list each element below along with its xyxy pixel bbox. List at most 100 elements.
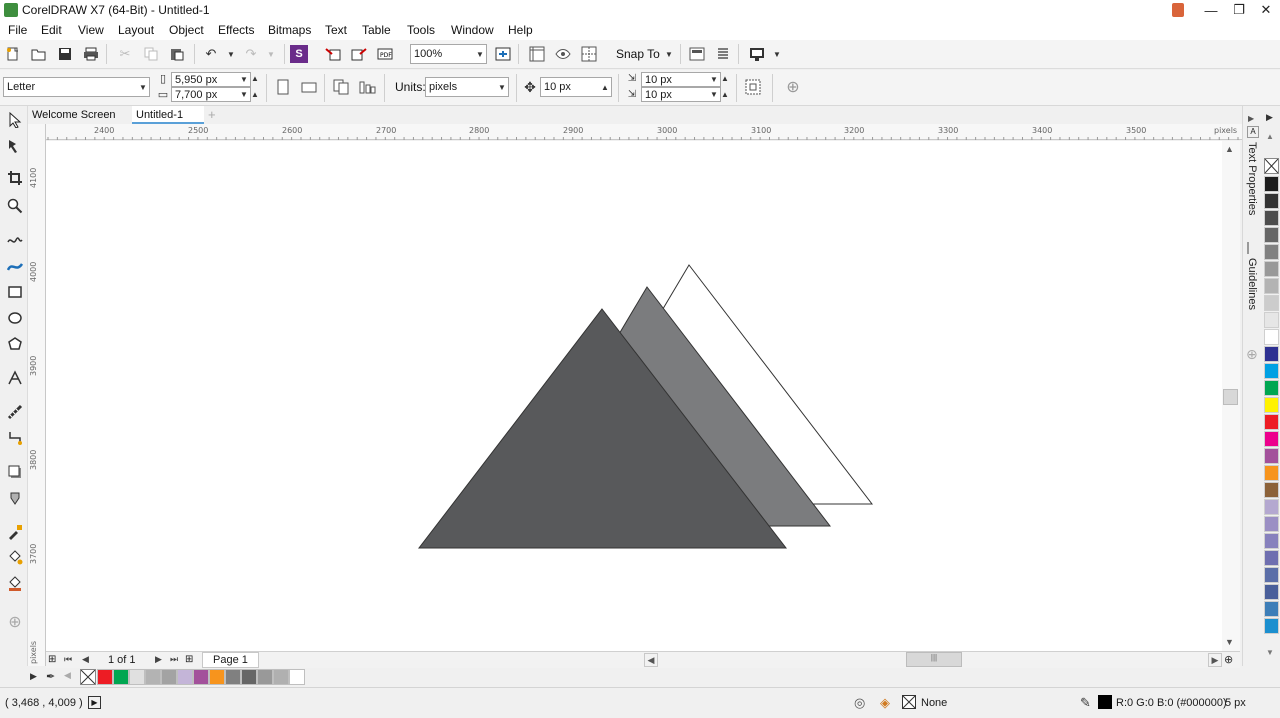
menu-view[interactable]: View bbox=[78, 23, 104, 37]
palette-up-arrow-icon[interactable]: ▲ bbox=[1266, 132, 1274, 141]
page-1-tab[interactable]: Page 1 bbox=[202, 652, 259, 668]
rectangle-tool-icon[interactable] bbox=[5, 282, 25, 302]
previous-page-icon[interactable]: ◀ bbox=[82, 654, 89, 665]
palette-swatch[interactable] bbox=[1264, 482, 1279, 498]
horizontal-scroll-thumb[interactable]: ||| bbox=[906, 652, 962, 667]
vertical-scroll-thumb[interactable] bbox=[1223, 389, 1238, 405]
scroll-down-arrow-icon[interactable]: ▼ bbox=[1225, 637, 1234, 647]
add-page-after-icon[interactable]: ⊞ bbox=[185, 654, 193, 665]
document-palette-swatch[interactable] bbox=[97, 669, 113, 685]
palette-swatch[interactable] bbox=[1264, 448, 1279, 464]
palette-swatch[interactable] bbox=[1264, 363, 1279, 379]
polygon-tool-icon[interactable] bbox=[5, 334, 25, 354]
new-tab-plus-icon[interactable]: + bbox=[204, 106, 224, 124]
menu-bitmaps[interactable]: Bitmaps bbox=[268, 23, 311, 37]
document-palette-swatch[interactable] bbox=[257, 669, 273, 685]
menu-layout[interactable]: Layout bbox=[118, 23, 154, 37]
scroll-right-arrow-icon[interactable]: ▶ bbox=[1208, 653, 1222, 667]
document-palette-swatch[interactable] bbox=[273, 669, 289, 685]
palette-swatch[interactable] bbox=[1264, 380, 1279, 396]
next-page-icon[interactable]: ▶ bbox=[155, 654, 162, 665]
menu-file[interactable]: File bbox=[8, 23, 27, 37]
fill-none-swatch[interactable] bbox=[902, 695, 916, 709]
document-palette-swatch[interactable] bbox=[193, 669, 209, 685]
palette-swatch[interactable] bbox=[1264, 516, 1279, 532]
redo-icon[interactable]: ↷ bbox=[242, 45, 260, 63]
open-icon[interactable] bbox=[30, 45, 48, 63]
palette-swatch[interactable] bbox=[1264, 414, 1279, 430]
palette-swatch[interactable] bbox=[1264, 533, 1279, 549]
smart-fill-tool-icon[interactable] bbox=[5, 574, 25, 594]
palette-swatch[interactable] bbox=[1264, 329, 1279, 345]
docker-tab-text-properties[interactable]: Text Properties bbox=[1246, 142, 1258, 215]
restore-button[interactable]: ❐ bbox=[1225, 0, 1253, 20]
show-guidelines-icon[interactable] bbox=[580, 45, 598, 63]
publish-pdf-icon[interactable]: PDF bbox=[376, 45, 394, 63]
horizontal-ruler[interactable]: 2400 2500 2600 2700 2800 2900 3000 3100 … bbox=[46, 124, 1242, 140]
document-palette-swatch[interactable] bbox=[129, 669, 145, 685]
full-screen-preview-icon[interactable] bbox=[494, 45, 512, 63]
freehand-tool-icon[interactable] bbox=[5, 230, 25, 250]
all-pages-icon[interactable] bbox=[332, 78, 350, 96]
width-spin-up-icon[interactable]: ▲ bbox=[250, 71, 260, 85]
connector-tool-icon[interactable] bbox=[5, 428, 25, 448]
pick-tool-icon[interactable] bbox=[5, 110, 25, 130]
shape-tool-icon[interactable] bbox=[5, 136, 25, 156]
snap-to-button[interactable]: Snap To bbox=[616, 47, 660, 61]
color-eyedropper-tool-icon[interactable] bbox=[5, 522, 25, 542]
fill-bucket-icon[interactable]: ◈ bbox=[880, 695, 890, 711]
palette-swatch[interactable] bbox=[1264, 601, 1279, 617]
palette-down-arrow-icon[interactable]: ▼ bbox=[1266, 648, 1274, 657]
zoom-tool-icon[interactable] bbox=[5, 196, 25, 216]
menu-object[interactable]: Object bbox=[169, 23, 204, 37]
zoom-level-select[interactable]: 100% ▼ bbox=[410, 44, 487, 64]
copy-icon[interactable] bbox=[142, 45, 160, 63]
dup-y-spin-up-icon[interactable]: ▲ bbox=[720, 87, 730, 101]
palette-swatch[interactable] bbox=[1264, 278, 1279, 294]
ellipse-tool-icon[interactable] bbox=[5, 308, 25, 328]
drop-shadow-tool-icon[interactable] bbox=[5, 462, 25, 482]
no-color-swatch[interactable] bbox=[1264, 158, 1279, 174]
drawing-canvas[interactable] bbox=[46, 141, 1222, 651]
units-select[interactable]: pixels ▼ bbox=[425, 77, 509, 97]
dup-x-spin-up-icon[interactable]: ▲ bbox=[720, 71, 730, 85]
palette-scroll-up-icon[interactable]: ▶ bbox=[1266, 112, 1273, 123]
export-icon[interactable] bbox=[350, 45, 368, 63]
palette-swatch[interactable] bbox=[1264, 431, 1279, 447]
palette-swatch[interactable] bbox=[1264, 227, 1279, 243]
show-rulers-icon[interactable] bbox=[528, 45, 546, 63]
menu-edit[interactable]: Edit bbox=[41, 23, 62, 37]
menu-table[interactable]: Table bbox=[362, 23, 391, 37]
text-tool-icon[interactable] bbox=[5, 368, 25, 388]
show-grid-icon[interactable] bbox=[554, 45, 572, 63]
scroll-up-arrow-icon[interactable]: ▲ bbox=[1225, 144, 1234, 154]
nudge-distance-field[interactable]: 10 px ▲ bbox=[540, 77, 612, 97]
tab-untitled-1[interactable]: Untitled-1 bbox=[132, 106, 204, 124]
vertical-ruler[interactable]: 4100 4000 3900 3800 3700 pixels bbox=[28, 124, 46, 666]
palette-swatch[interactable] bbox=[1264, 346, 1279, 362]
document-palette-swatch[interactable] bbox=[145, 669, 161, 685]
welcome-chevron-down-icon[interactable]: ▼ bbox=[768, 45, 786, 63]
search-content-icon[interactable]: S bbox=[290, 45, 308, 63]
minimize-button[interactable]: — bbox=[1197, 0, 1225, 20]
document-palette-left-icon[interactable]: ◀ bbox=[64, 670, 71, 681]
duplicate-y-field[interactable]: 10 px ▼ bbox=[641, 87, 721, 102]
outline-pen-icon[interactable]: ✎ bbox=[1080, 695, 1091, 711]
parallel-dimension-tool-icon[interactable] bbox=[5, 402, 25, 422]
tab-welcome-screen[interactable]: Welcome Screen bbox=[28, 106, 132, 124]
duplicate-x-field[interactable]: 10 px ▼ bbox=[641, 72, 721, 87]
height-spin-up-icon[interactable]: ▲ bbox=[250, 87, 260, 101]
welcome-screen-icon[interactable] bbox=[748, 45, 766, 63]
undo-dropdown-icon[interactable]: ▼ bbox=[222, 45, 240, 63]
application-launcher-icon[interactable] bbox=[714, 45, 732, 63]
docker-scroll-arrow-icon[interactable]: ▶ bbox=[1248, 114, 1254, 123]
page-width-field[interactable]: 5,950 px ▼ bbox=[171, 72, 251, 87]
interactive-fill-tool-icon[interactable] bbox=[5, 548, 25, 568]
zoom-one-shot-icon[interactable]: ⊕ bbox=[1224, 653, 1233, 666]
save-icon[interactable] bbox=[56, 45, 74, 63]
redo-dropdown-icon[interactable]: ▼ bbox=[262, 45, 280, 63]
palette-swatch[interactable] bbox=[1264, 176, 1279, 192]
status-flyout-arrow-icon[interactable]: ▶ bbox=[88, 696, 101, 709]
outline-color-swatch[interactable] bbox=[1098, 695, 1112, 709]
document-palette-swatch[interactable] bbox=[161, 669, 177, 685]
